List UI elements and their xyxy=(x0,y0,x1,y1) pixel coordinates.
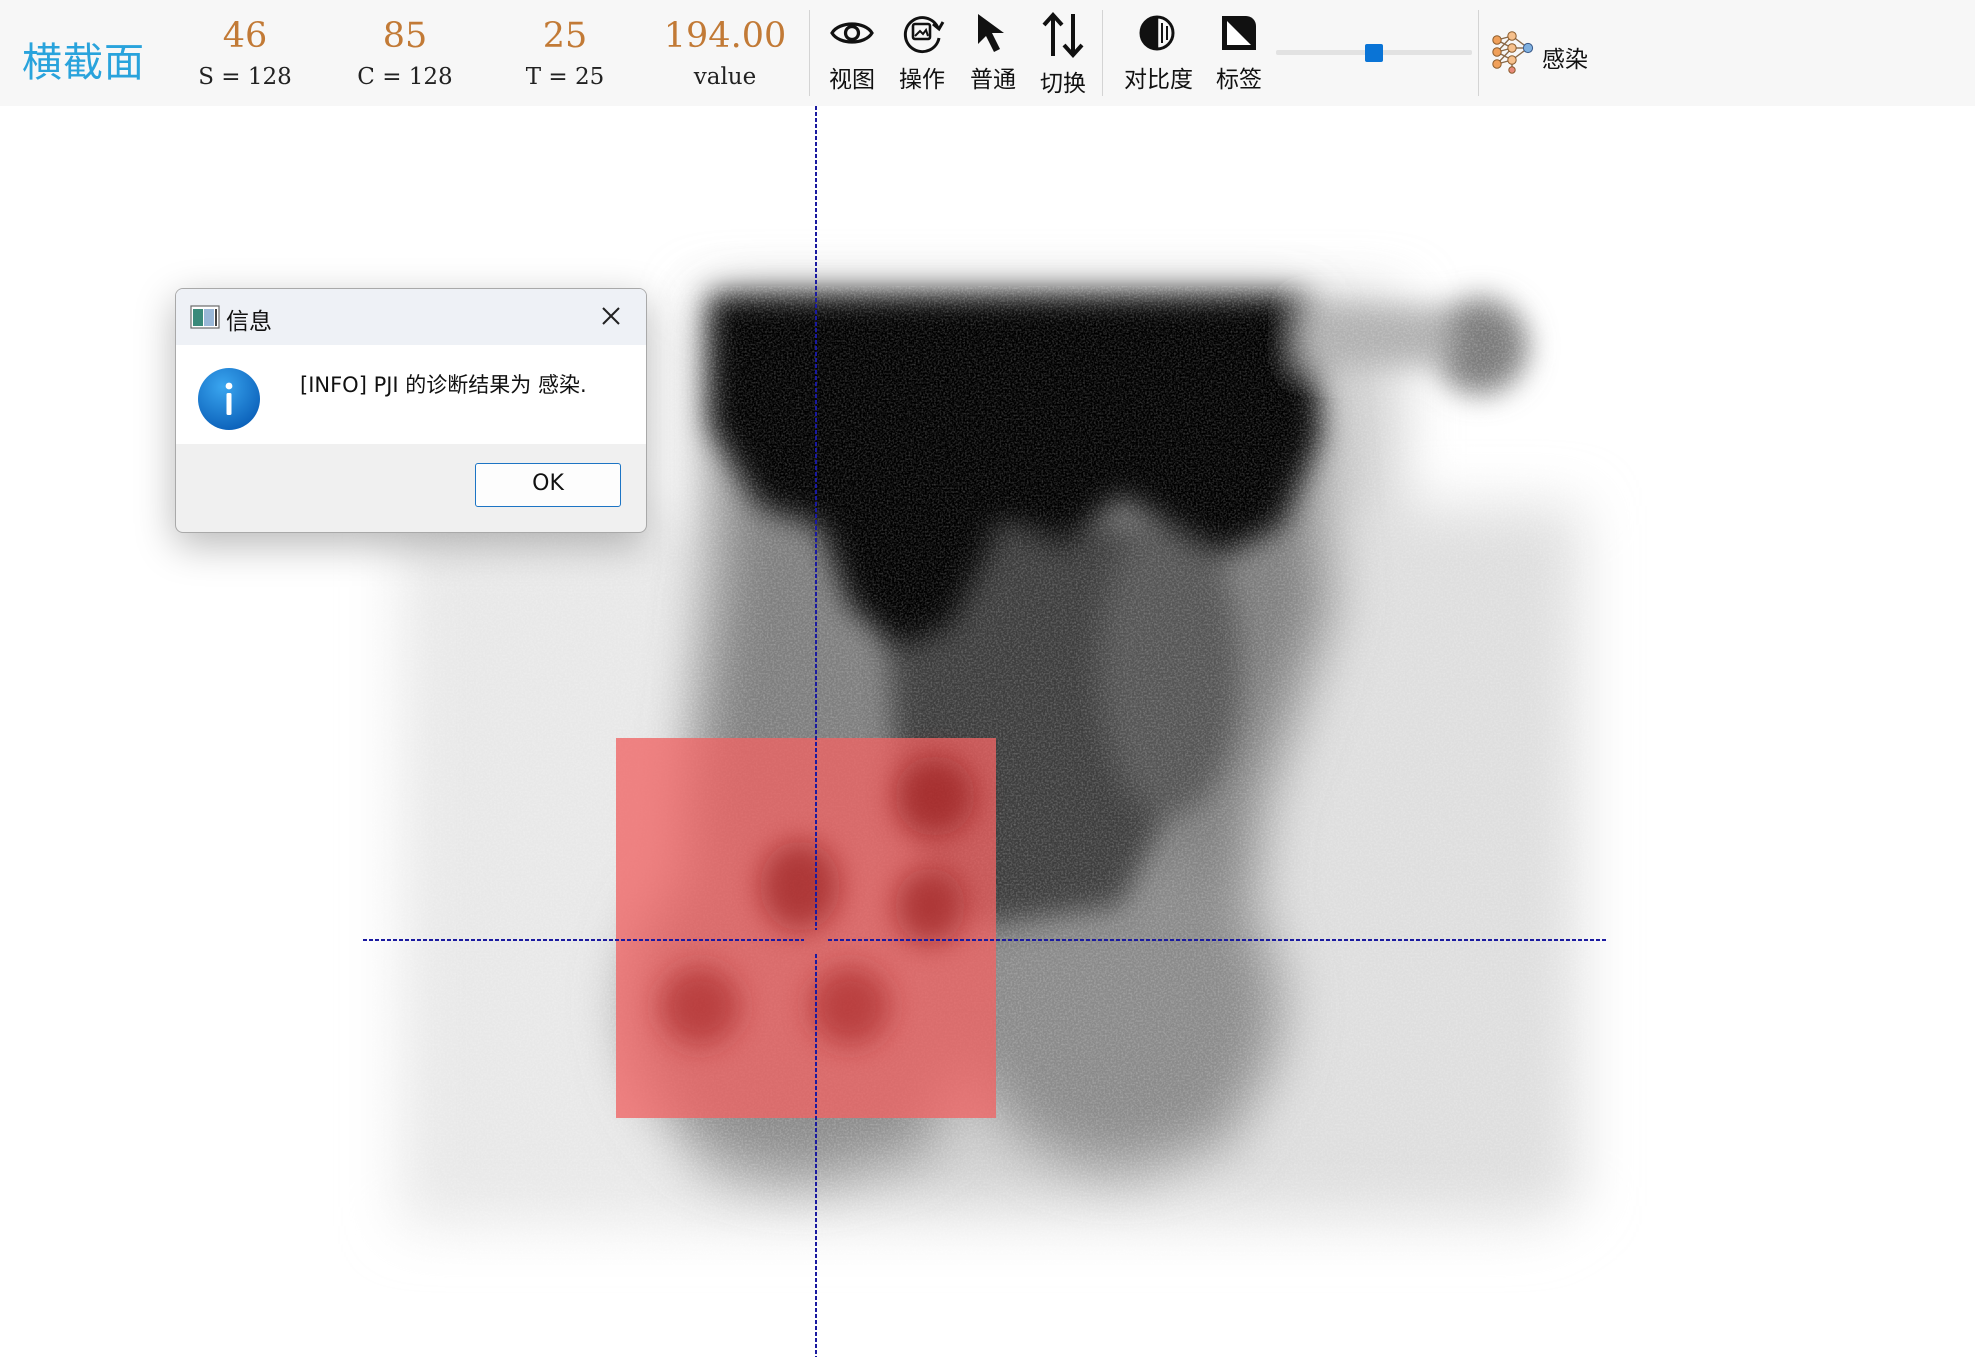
stat-t-value: 25 xyxy=(542,16,588,56)
switch-button[interactable]: 切换 xyxy=(1031,10,1095,98)
stat-c-value: 85 xyxy=(382,16,428,56)
close-icon xyxy=(602,307,620,325)
switch-button-label: 切换 xyxy=(1040,71,1086,97)
view-button[interactable]: 视图 xyxy=(820,10,884,98)
opacity-slider[interactable] xyxy=(1276,44,1472,62)
swap-vertical-icon xyxy=(1042,12,1084,58)
dialog-close-button[interactable] xyxy=(588,297,634,337)
stat-t: 25 T = 25 xyxy=(490,10,640,92)
info-icon xyxy=(198,368,260,430)
contrast-icon xyxy=(1139,15,1175,51)
stat-c-label: C = 128 xyxy=(357,64,453,90)
label-tag-icon xyxy=(1222,16,1256,50)
toolbar: 横截面 46 S = 128 85 C = 128 25 T = 25 194.… xyxy=(0,0,1975,107)
eye-icon xyxy=(830,22,874,44)
stat-value: 194.00 value xyxy=(650,10,800,92)
stat-s-label: S = 128 xyxy=(198,64,292,90)
operate-button-label: 操作 xyxy=(899,67,945,93)
image-rotate-icon xyxy=(903,16,945,54)
toolbar-divider xyxy=(809,10,810,96)
stat-s-value: 46 xyxy=(222,16,268,56)
dialog-message: [INFO] PJI 的诊断结果为 感染. xyxy=(300,373,587,397)
normal-cursor-button[interactable]: 普通 xyxy=(961,10,1025,98)
contrast-button[interactable]: 对比度 xyxy=(1124,10,1193,98)
normal-cursor-button-label: 普通 xyxy=(970,67,1016,93)
toolbar-divider xyxy=(1102,10,1103,96)
dialog-titlebar[interactable]: 信息 xyxy=(176,289,646,345)
stat-t-label: T = 25 xyxy=(525,64,605,90)
view-title: 横截面 xyxy=(22,40,145,86)
neural-network-icon xyxy=(1492,31,1534,74)
toolbar-divider xyxy=(1478,10,1479,96)
contrast-button-label: 对比度 xyxy=(1124,67,1193,93)
infection-predict-button[interactable]: 感染 xyxy=(1490,30,1600,74)
label-button-label: 标签 xyxy=(1216,67,1262,93)
operate-button[interactable]: 操作 xyxy=(890,10,954,98)
infection-predict-label: 感染 xyxy=(1542,47,1588,73)
view-button-label: 视图 xyxy=(829,67,875,93)
dialog-title: 信息 xyxy=(226,309,272,335)
label-button[interactable]: 标签 xyxy=(1207,10,1271,98)
app-window: 横截面 46 S = 128 85 C = 128 25 T = 25 194.… xyxy=(0,0,1975,1357)
cursor-arrow-icon xyxy=(978,14,1004,52)
stat-s: 46 S = 128 xyxy=(170,10,320,92)
stat-value-number: 194.00 xyxy=(663,16,787,56)
app-window-icon xyxy=(190,305,220,329)
roi-overlay[interactable] xyxy=(616,738,996,1118)
stat-c: 85 C = 128 xyxy=(330,10,480,92)
ok-button[interactable]: OK xyxy=(475,463,621,507)
info-dialog: 信息 [INFO] PJI 的诊断结果为 感染. OK xyxy=(175,288,647,533)
slider-thumb[interactable] xyxy=(1365,44,1383,62)
stat-value-label: value xyxy=(693,64,757,90)
dialog-body: [INFO] PJI 的诊断结果为 感染. xyxy=(176,345,646,444)
